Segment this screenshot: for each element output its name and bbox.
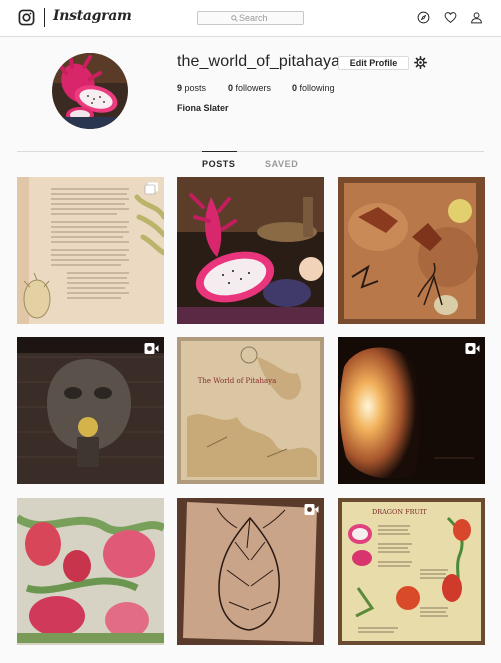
- profile-username: the_world_of_pitahaya: [177, 53, 341, 70]
- tab-divider: [17, 151, 484, 152]
- video-icon: [465, 343, 480, 354]
- top-navigation-bar: Instagram: [0, 0, 501, 37]
- following-stat[interactable]: 0 following: [292, 83, 335, 93]
- posts-stat: 9 posts: [177, 83, 206, 93]
- botanical-title-text: DRAGON FRUIT: [372, 508, 428, 516]
- following-count: 0: [292, 83, 298, 93]
- post-tile-8[interactable]: [177, 498, 324, 645]
- post-image: [338, 177, 485, 324]
- instagram-wordmark[interactable]: Instagram: [53, 8, 132, 24]
- following-label: following: [299, 83, 335, 93]
- posts-label: posts: [184, 83, 207, 93]
- profile-avatar[interactable]: [52, 53, 128, 129]
- profile-person-icon[interactable]: [470, 11, 483, 24]
- active-tab-indicator: [202, 151, 237, 152]
- posts-count: 9: [177, 83, 183, 93]
- post-image: [17, 498, 164, 645]
- video-icon: [304, 504, 319, 515]
- search-box[interactable]: [197, 11, 304, 25]
- post-tile-6[interactable]: [338, 337, 485, 484]
- post-image: [17, 177, 164, 324]
- post-image: [338, 337, 485, 484]
- logo-divider: [44, 8, 45, 27]
- carousel-icon: [144, 182, 158, 195]
- post-tile-5[interactable]: The World of Pitahaya: [177, 337, 324, 484]
- followers-count: 0: [228, 83, 234, 93]
- post-image: DRAGON FRUIT: [338, 498, 485, 645]
- map-title-text: The World of Pitahaya: [198, 377, 277, 385]
- tab-saved[interactable]: SAVED: [265, 159, 298, 169]
- followers-stat[interactable]: 0 followers: [228, 83, 271, 93]
- post-tile-9[interactable]: DRAGON FRUIT: [338, 498, 485, 645]
- settings-gear-icon[interactable]: [414, 56, 427, 69]
- post-tile-4[interactable]: [17, 337, 164, 484]
- tab-posts[interactable]: POSTS: [202, 159, 236, 169]
- search-input[interactable]: [239, 12, 301, 24]
- profile-full-name: Fiona Slater: [177, 103, 229, 113]
- post-image: [177, 177, 324, 324]
- post-tile-1[interactable]: [17, 177, 164, 324]
- search-icon: [231, 15, 238, 22]
- video-icon: [144, 343, 159, 354]
- instagram-camera-icon[interactable]: [18, 9, 35, 26]
- explore-compass-icon[interactable]: [417, 11, 430, 24]
- post-tile-7[interactable]: [17, 498, 164, 645]
- post-tile-2[interactable]: [177, 177, 324, 324]
- post-image: The World of Pitahaya: [177, 337, 324, 484]
- edit-profile-button[interactable]: Edit Profile: [338, 56, 409, 70]
- post-image: [177, 498, 324, 645]
- post-tile-3[interactable]: [338, 177, 485, 324]
- heart-icon[interactable]: [444, 11, 457, 24]
- followers-label: followers: [235, 83, 272, 93]
- post-image: [17, 337, 164, 484]
